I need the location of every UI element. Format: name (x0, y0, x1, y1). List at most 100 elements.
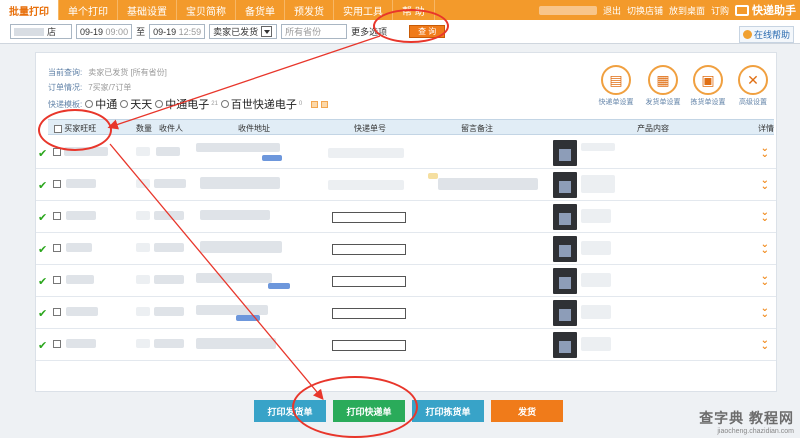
tracking-input[interactable] (332, 276, 406, 287)
express-option-label: 天天 (130, 99, 153, 111)
order-summary: 订单情况: 7买家/7订单 (48, 82, 131, 93)
online-help-button[interactable]: 在线帮助 (738, 26, 794, 43)
order-value: 7买家/7订单 (88, 83, 132, 92)
qty-blurred (136, 275, 150, 284)
expand-chevron-icon[interactable]: ⌄ ⌄ (761, 208, 769, 224)
express-option-count: 21 (211, 101, 218, 107)
table-row[interactable]: ✔ ⌄ ⌄ (36, 137, 776, 169)
buyer-blurred (66, 243, 92, 252)
buyer-blurred (66, 179, 96, 188)
receiver-blurred (154, 211, 184, 220)
row-checkbox[interactable] (53, 212, 61, 220)
table-row[interactable]: ✔ ⌄ ⌄ (36, 297, 776, 329)
date-to-input[interactable]: 09-19 12:59 (149, 24, 206, 39)
expand-chevron-icon[interactable]: ⌄ ⌄ (761, 240, 769, 256)
table-row[interactable]: ✔ ⌄ ⌄ (36, 201, 776, 233)
tab-pre-ship[interactable]: 预发货 (285, 0, 334, 20)
tracking-blurred (328, 148, 404, 158)
app-name: 快递助手 (752, 5, 796, 17)
advanced-settings-button[interactable]: ✕ 高级设置 (733, 65, 773, 107)
printer-icon (735, 4, 749, 16)
row-checkbox[interactable] (53, 180, 61, 188)
tracking-input[interactable] (332, 340, 406, 351)
tab-basic-settings[interactable]: 基础设置 (118, 0, 177, 20)
expand-chevron-icon[interactable]: ⌄ ⌄ (761, 176, 769, 192)
product-thumbnail (553, 172, 577, 198)
tracking-input[interactable] (332, 212, 406, 223)
subscribe-link[interactable]: 订购 (711, 4, 729, 17)
tracking-input[interactable] (332, 244, 406, 255)
address-blurred (196, 305, 268, 315)
expand-chevron-icon[interactable]: ⌄ ⌄ (761, 272, 769, 288)
add-template-icon[interactable] (311, 100, 319, 108)
radio-icon (120, 100, 129, 108)
row-checkbox[interactable] (53, 276, 61, 284)
header-qty: 数量 (136, 124, 152, 133)
product-blurred (581, 209, 611, 223)
express-option-zto-electronic[interactable]: 中通电子 21 (155, 96, 218, 112)
table-row[interactable]: ✔ ⌄ ⌄ (36, 329, 776, 361)
date-from: 09-19 (80, 26, 104, 37)
invoice-form-icon: ▦ (648, 65, 678, 95)
row-checkbox[interactable] (53, 308, 61, 316)
qty-blurred (136, 243, 150, 252)
date-from-input[interactable]: 09-19 09:00 (76, 24, 133, 39)
tab-item-alias[interactable]: 宝贝简称 (177, 0, 236, 20)
print-pick-list-button[interactable]: 打印拣货单 (412, 400, 484, 422)
tracking-input[interactable] (332, 308, 406, 319)
edit-template-icon[interactable] (321, 100, 329, 108)
express-option-zto[interactable]: 中通 (85, 96, 117, 112)
tab-stock-list[interactable]: 备货单 (236, 0, 285, 20)
header-tracking: 快递单号 (354, 124, 386, 133)
switch-shop-link[interactable]: 切换店铺 (627, 4, 663, 17)
annotation-circle-print (292, 376, 418, 438)
advanced-settings-label: 高级设置 (739, 99, 767, 106)
header-address: 收件地址 (238, 124, 270, 133)
check-icon: ✔ (38, 308, 48, 320)
address-blurred (196, 338, 276, 349)
tab-single-print[interactable]: 单个打印 (59, 0, 118, 20)
expand-chevron-icon[interactable]: ⌄ ⌄ (761, 336, 769, 352)
tab-batch-print[interactable]: 批量打印 (0, 0, 59, 20)
qty-blurred (136, 179, 150, 188)
product-thumbnail (553, 300, 577, 326)
status-select[interactable]: 卖家已发货 (209, 24, 278, 39)
date-separator: 至 (136, 27, 146, 37)
desktop-link[interactable]: 放到桌面 (669, 4, 705, 17)
row-checkbox[interactable] (53, 340, 61, 348)
buyer-blurred (66, 275, 94, 284)
header-product: 产品内容 (637, 124, 669, 133)
pick-settings-button[interactable]: ▣ 拣货单设置 (688, 65, 728, 107)
express-option-count: 0 (298, 101, 303, 107)
shop-select[interactable]: 店 (10, 24, 72, 39)
table-row[interactable]: ✔ ⌄ ⌄ (36, 265, 776, 297)
time-to: 12:59 (178, 26, 202, 37)
province-select[interactable]: 所有省份 (281, 24, 348, 39)
expand-chevron-icon[interactable]: ⌄ ⌄ (761, 304, 769, 320)
current-query-label: 当前查询: (48, 68, 83, 77)
express-settings-button[interactable]: ▤ 快递单设置 (596, 65, 636, 107)
row-checkbox[interactable] (53, 244, 61, 252)
express-option-label: 中通 (95, 99, 118, 111)
expand-chevron-icon[interactable]: ⌄ ⌄ (761, 144, 769, 160)
express-option-tiantian[interactable]: 天天 (120, 96, 152, 112)
express-option-best-electronic[interactable]: 百世快递电子 0 (220, 96, 303, 112)
product-blurred (581, 175, 615, 193)
product-blurred (581, 305, 611, 319)
product-blurred (581, 241, 611, 255)
main-panel: 当前查询: 卖家已发货 [所有省份] 订单情况: 7买家/7订单 快递模板: 中通 … (35, 52, 777, 392)
receiver-blurred (154, 243, 184, 252)
watermark: 查字典 教程网 jiaocheng.chazidian.com (699, 408, 794, 435)
table-row[interactable]: ✔ ⌄ ⌄ (36, 169, 776, 201)
ship-button[interactable]: 发货 (491, 400, 563, 422)
check-icon: ✔ (38, 180, 48, 192)
logout-link[interactable]: 退出 (603, 4, 621, 17)
address-blurred (200, 241, 282, 253)
invoice-settings-button[interactable]: ▦ 发货单设置 (643, 65, 683, 107)
qty-blurred (136, 339, 150, 348)
note-flag (428, 173, 438, 179)
address-highlight (262, 155, 282, 161)
product-blurred (581, 143, 615, 151)
table-row[interactable]: ✔ ⌄ ⌄ (36, 233, 776, 265)
time-from: 09:00 (105, 26, 129, 37)
